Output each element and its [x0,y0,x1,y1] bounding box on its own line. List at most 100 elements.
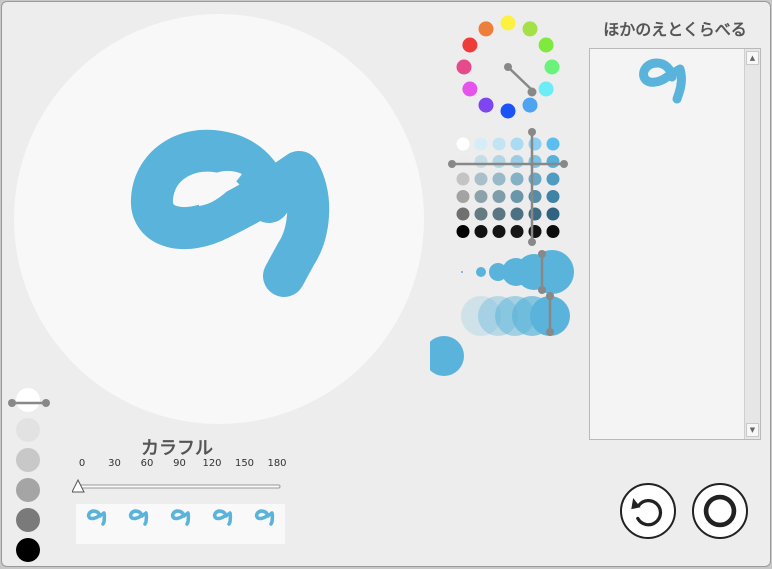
gray-swatch[interactable] [16,508,40,532]
gray-swatch[interactable] [16,538,40,562]
swatch-horizontal-handle-right[interactable] [560,160,568,168]
color-wheel-swatch[interactable] [462,81,478,97]
color-swatch[interactable] [546,207,560,221]
scroll-up-button[interactable]: ▲ [746,51,759,65]
color-swatch[interactable] [474,190,488,203]
color-swatch[interactable] [474,172,488,186]
undo-button[interactable] [620,483,676,539]
color-swatch[interactable] [474,137,488,151]
compare-title: ほかのえとくらべる [603,20,747,39]
hue-variation-thumb[interactable] [86,508,110,530]
color-swatch[interactable] [546,155,560,168]
color-wheel-swatch[interactable] [478,21,494,37]
color-wheel-handle[interactable] [527,87,537,97]
color-wheel[interactable] [450,12,570,122]
color-swatch[interactable] [492,172,506,186]
hue-tick-label: 0 [78,458,86,469]
color-swatch[interactable] [492,225,506,238]
color-swatch[interactable] [546,172,560,186]
color-wheel-swatch[interactable] [522,97,538,113]
brush-size-option[interactable] [461,271,463,273]
undo-icon [631,498,663,527]
color-swatch[interactable] [546,225,560,238]
color-swatch[interactable] [528,155,542,168]
color-swatch[interactable] [492,207,506,221]
swatch-horizontal-handle-left[interactable] [448,160,456,168]
color-swatch[interactable] [492,137,506,151]
color-wheel-swatch[interactable] [500,103,516,119]
drawing-app: ほかのえとくらべる ▲ ▼ カラフル 0 30 60 90 120 150 180 [1,1,771,567]
hue-variation-thumb[interactable] [212,508,236,530]
gray-slider-handle-right[interactable] [42,399,50,407]
gray-slider[interactable] [6,396,52,410]
circle-ok-icon [703,494,737,528]
color-swatch[interactable] [474,225,488,238]
brush-preview [430,336,464,376]
color-wheel-swatch[interactable] [544,59,560,75]
color-swatch[interactable] [456,207,470,221]
hue-variation-thumb[interactable] [170,508,194,530]
color-swatch[interactable] [456,155,470,168]
color-swatch[interactable] [456,225,470,238]
gray-swatch[interactable] [16,448,40,472]
color-swatch[interactable] [492,155,506,168]
hue-variation-thumb[interactable] [128,508,152,530]
hue-tick-label: 30 [108,458,121,469]
opacity-handle-bottom[interactable] [546,328,554,336]
color-swatch[interactable] [528,225,542,238]
hue-variation-strip[interactable] [76,504,285,544]
hue-tick-label: 150 [234,458,255,469]
color-wheel-swatch[interactable] [522,21,538,37]
swatch-vertical-handle-top[interactable] [528,128,536,136]
brush-size-option[interactable] [476,267,486,277]
color-swatch[interactable] [510,190,524,203]
hue-slider[interactable] [72,476,284,496]
color-wheel-swatch[interactable] [500,15,516,31]
color-swatch[interactable] [456,137,470,151]
compare-scrollbar[interactable]: ▲ ▼ [744,49,760,439]
scroll-down-button[interactable]: ▼ [746,423,759,437]
opacity-selector[interactable] [454,292,578,342]
color-swatch[interactable] [510,137,524,151]
color-swatch[interactable] [546,190,560,203]
color-swatch[interactable] [474,155,488,168]
color-swatch[interactable] [546,137,560,151]
color-wheel-swatch[interactable] [462,37,478,53]
hue-tick-label: 120 [202,458,222,469]
color-wheel-swatch[interactable] [456,59,472,75]
hue-tick-label: 60 [140,458,154,469]
hue-tick-label: 90 [173,458,186,469]
drawing-stroke [131,129,330,297]
ok-button[interactable] [692,483,748,539]
gray-swatch[interactable] [16,418,40,442]
color-swatch[interactable] [528,190,542,203]
color-wheel-swatch[interactable] [538,37,554,53]
swatch-vertical-handle-bottom[interactable] [528,238,536,246]
color-swatch[interactable] [456,172,470,186]
brush-size-option[interactable] [530,250,574,294]
gray-swatch[interactable] [16,478,40,502]
opacity-handle-top[interactable] [546,292,554,300]
color-swatch[interactable] [510,172,524,186]
compare-drawing-thumbnail[interactable] [635,55,695,111]
hue-variation-thumb[interactable] [254,508,278,530]
hue-tick-label: 180 [267,458,287,469]
color-wheel-hand-pivot [504,63,512,71]
color-swatch[interactable] [510,155,524,168]
color-swatch-grid[interactable] [442,124,572,250]
color-swatch[interactable] [528,137,542,151]
colorful-label: カラフル [141,438,213,459]
color-swatch[interactable] [492,190,506,203]
gray-slider-handle-left[interactable] [8,399,16,407]
compare-list[interactable]: ▲ ▼ [589,48,761,440]
color-swatch[interactable] [456,190,470,203]
color-wheel-swatch[interactable] [478,97,494,113]
color-swatch[interactable] [510,207,524,221]
color-swatch[interactable] [510,225,524,238]
color-wheel-swatch[interactable] [538,81,554,97]
color-swatch[interactable] [474,207,488,221]
color-wheel-hand [507,66,533,91]
color-swatch[interactable] [528,207,542,221]
color-swatch[interactable] [528,172,542,186]
brush-size-handle-top[interactable] [538,250,546,258]
